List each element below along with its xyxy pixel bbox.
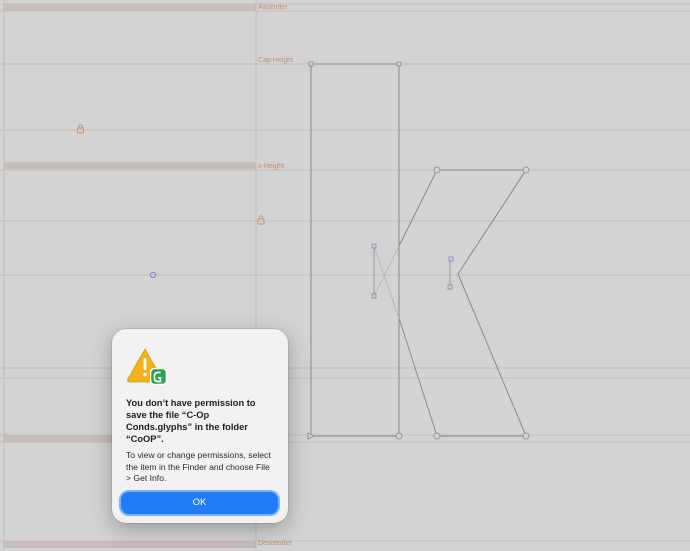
alert-message: To view or change permissions, select th… (126, 450, 271, 483)
x-height-label: x-Height (258, 163, 285, 170)
alert-title: You don’t have permission to save the fi… (126, 398, 256, 444)
permission-alert-dialog: You don’t have permission to save the fi… (112, 329, 288, 523)
glyph-nodes[interactable] (307, 61, 530, 440)
descender-label: Descender (258, 540, 292, 547)
ascender-band (4, 4, 256, 11)
x-height-band (4, 162, 256, 169)
glyph-editor-canvas[interactable] (0, 0, 690, 551)
glyph-k-outline[interactable] (310, 63, 527, 437)
ok-button[interactable]: OK (121, 492, 278, 514)
off-curve-handles[interactable] (371, 243, 454, 262)
lock-icon[interactable] (257, 215, 265, 225)
lock-icon[interactable] (77, 124, 84, 134)
warning-icon (127, 348, 167, 385)
descender-band (4, 541, 256, 548)
ascender-label: Ascender (258, 4, 288, 11)
cap-height-label: Cap Height (258, 57, 294, 64)
